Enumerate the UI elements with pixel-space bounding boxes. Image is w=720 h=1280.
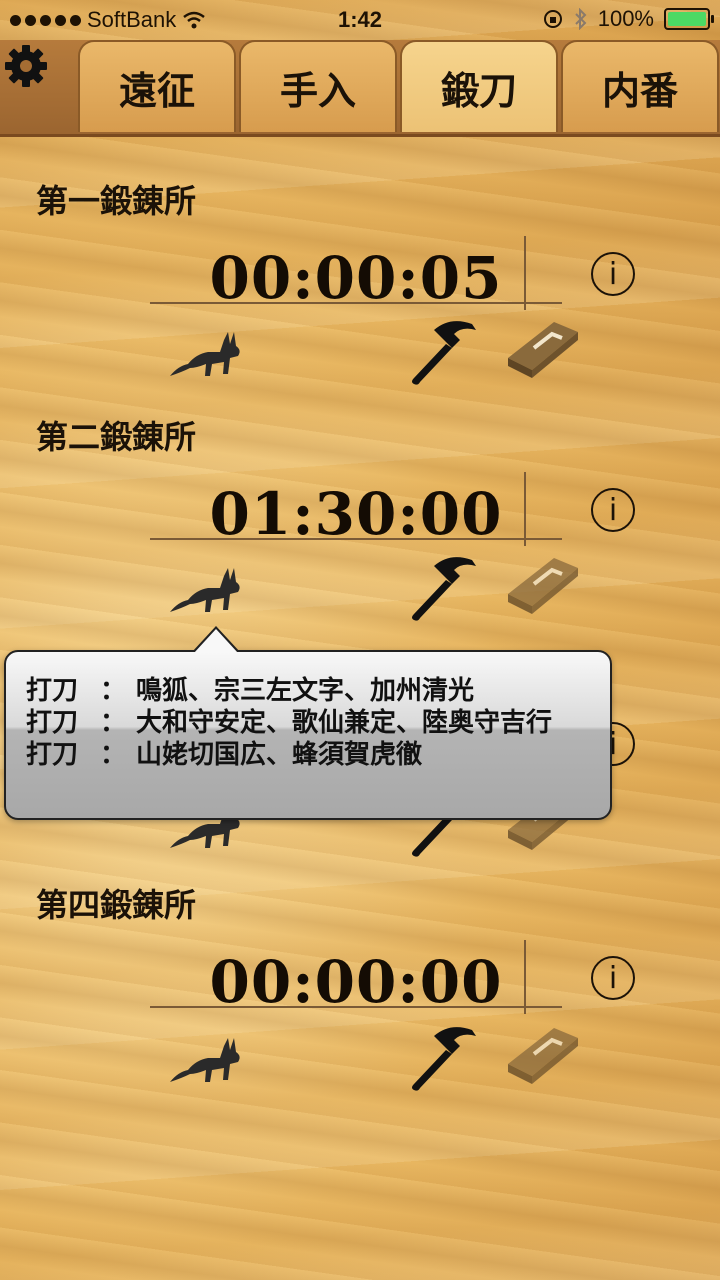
forge-4-info-button[interactable]: i — [591, 956, 635, 1000]
battery-icon — [664, 8, 714, 30]
tab-bar: 遠征 手入 鍛刀 内番 — [0, 40, 720, 137]
forge-4-title: 第四鍛錬所 — [36, 886, 197, 924]
battery-percent: 100% — [597, 6, 654, 31]
forge-1-timer: 00:00:05 — [150, 236, 562, 320]
forge-1-fox-icon — [168, 318, 244, 382]
forge-1-title: 第一鍛錬所 — [36, 182, 197, 220]
forge-1-hammer-icon[interactable] — [406, 316, 480, 390]
popover-row: 打刀：山姥切国広、蜂須賀虎徹 — [26, 740, 423, 770]
tab-internal-duty[interactable]: 内番 — [561, 40, 719, 132]
tab-repair[interactable]: 手入 — [239, 40, 397, 132]
rotation-lock-icon — [543, 10, 562, 28]
forge-4-fox-icon — [168, 1024, 244, 1088]
forge-4-whetstone-icon[interactable] — [504, 1024, 580, 1090]
forge-2-info-button[interactable]: i — [591, 488, 635, 532]
forge-2-hammer-icon[interactable] — [406, 552, 480, 626]
tab-forge[interactable]: 鍛刀 — [400, 40, 558, 132]
status-bar: SoftBank 1:42 100% — [0, 0, 720, 40]
forge-1-info-button[interactable]: i — [591, 252, 635, 296]
forge-2-fox-icon — [168, 554, 244, 618]
tab-expedition[interactable]: 遠征 — [78, 40, 236, 132]
forge-2-title: 第二鍛錬所 — [36, 418, 197, 456]
forge-4-hammer-icon[interactable] — [406, 1022, 480, 1096]
forge-4-timer: 00:00:00 — [150, 940, 562, 1024]
forge-2-whetstone-icon[interactable] — [504, 554, 580, 620]
bluetooth-icon — [575, 8, 587, 30]
popover-arrow — [192, 626, 240, 653]
forge-2-timer: 01:30:00 — [150, 472, 562, 556]
candidate-popover: 打刀：鳴狐、宗三左文字、加州清光 打刀：大和守安定、歌仙兼定、陸奥守吉行 打刀：… — [4, 626, 612, 820]
gear-icon[interactable] — [0, 42, 52, 94]
forge-1-whetstone-icon[interactable] — [504, 318, 580, 384]
